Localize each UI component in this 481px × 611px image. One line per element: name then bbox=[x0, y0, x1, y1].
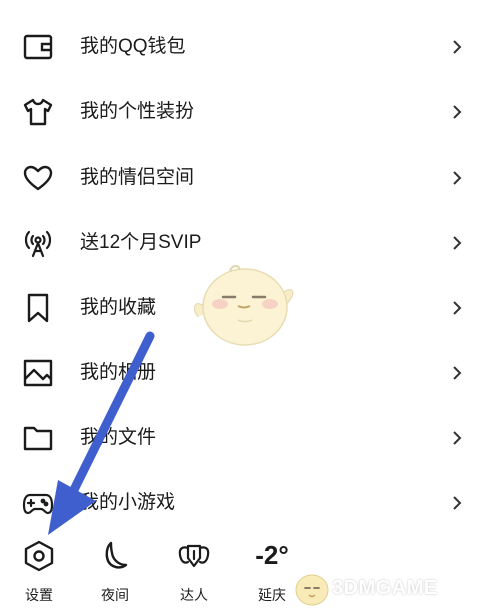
watermark-mascot-icon bbox=[295, 574, 329, 606]
bookmark-icon bbox=[22, 292, 54, 324]
menu-item-personal-dressup[interactable]: 我的个性装扮 bbox=[0, 82, 481, 142]
watermark: 3DMGAME bbox=[292, 568, 477, 608]
menu-item-label: 我的个性装扮 bbox=[80, 101, 195, 122]
night-mode-button[interactable]: 夜间 bbox=[85, 528, 145, 611]
menu-item-label: 我的相册 bbox=[80, 362, 157, 383]
watermark-text: 3DMGAME bbox=[332, 577, 438, 599]
menu-item-qq-wallet[interactable]: 我的QQ钱包 bbox=[0, 17, 481, 77]
moon-icon bbox=[93, 538, 137, 574]
settings-label: 设置 bbox=[25, 587, 53, 603]
menu-item-label: 我的小游戏 bbox=[80, 492, 176, 513]
menu-item-album[interactable]: 我的相册 bbox=[0, 343, 481, 403]
mascot-sticker-icon bbox=[193, 265, 294, 346]
chevron-right-icon bbox=[451, 234, 463, 252]
menu-item-label: 我的情侣空间 bbox=[80, 167, 195, 188]
chevron-right-icon bbox=[451, 364, 463, 382]
image-icon bbox=[22, 357, 54, 389]
menu-item-label: 我的收藏 bbox=[80, 297, 157, 318]
signal-tower-icon bbox=[22, 227, 54, 259]
chevron-right-icon bbox=[451, 169, 463, 187]
menu-item-label: 我的文件 bbox=[80, 427, 157, 448]
menu-item-mini-games[interactable]: 我的小游戏 bbox=[0, 473, 481, 533]
tshirt-icon bbox=[22, 96, 54, 128]
expert-button[interactable]: 达人 bbox=[164, 528, 224, 611]
night-mode-label: 夜间 bbox=[101, 587, 129, 603]
chevron-right-icon bbox=[451, 494, 463, 512]
chevron-right-icon bbox=[451, 38, 463, 56]
menu-item-couple-space[interactable]: 我的情侣空间 bbox=[0, 148, 481, 208]
expert-label: 达人 bbox=[180, 587, 208, 603]
settings-hexagon-icon bbox=[17, 538, 61, 574]
menu-item-files[interactable]: 我的文件 bbox=[0, 408, 481, 468]
heart-icon bbox=[22, 162, 54, 194]
folder-icon bbox=[22, 422, 54, 454]
menu-item-label: 我的QQ钱包 bbox=[80, 36, 186, 57]
gamepad-icon bbox=[22, 487, 54, 519]
menu-item-label: 送12个月SVIP bbox=[80, 232, 202, 253]
weather-temperature: -2° bbox=[255, 540, 289, 570]
chevron-right-icon bbox=[451, 103, 463, 121]
chevron-right-icon bbox=[451, 299, 463, 317]
settings-button[interactable]: 设置 bbox=[9, 528, 69, 611]
chevron-right-icon bbox=[451, 429, 463, 447]
wings-badge-icon bbox=[172, 538, 216, 574]
wallet-icon bbox=[22, 31, 54, 63]
